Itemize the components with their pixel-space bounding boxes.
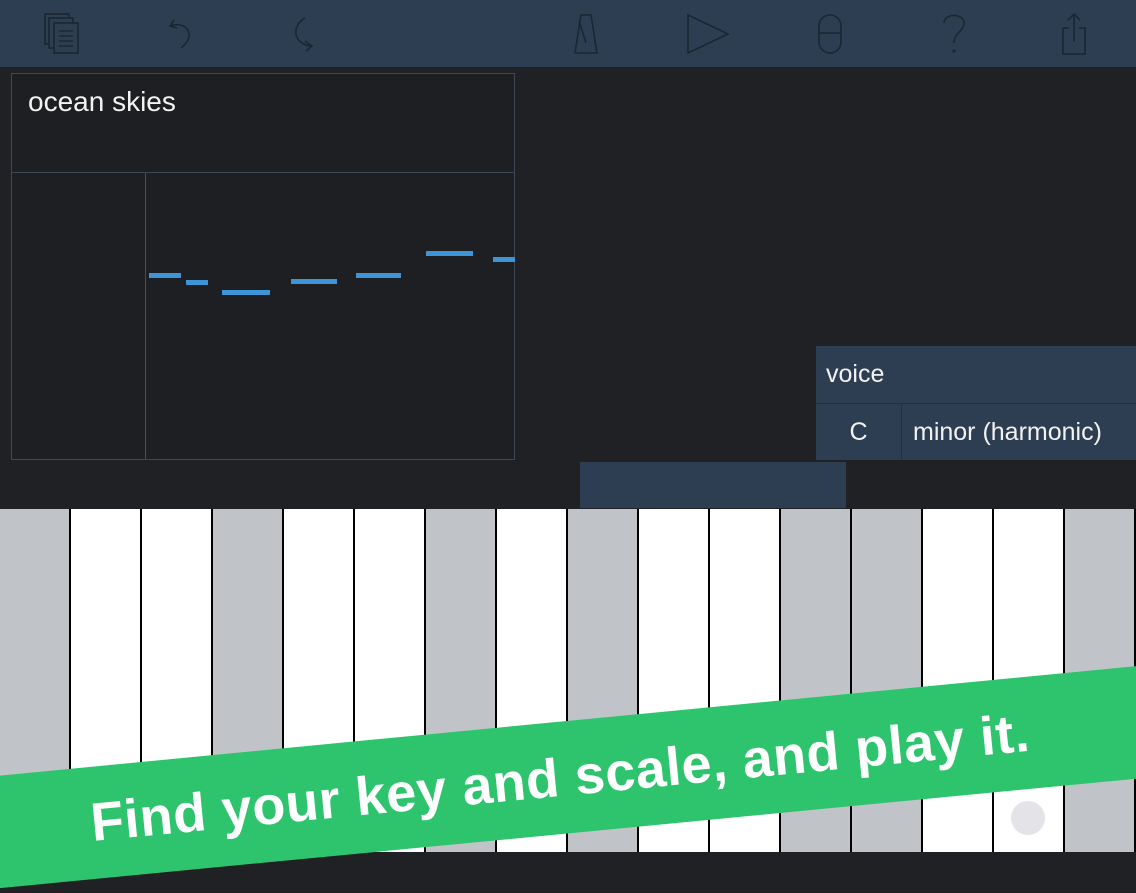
cylinder-icon[interactable] [802, 8, 858, 60]
touch-indicator-button[interactable] [1011, 801, 1045, 835]
note-bar [186, 280, 208, 285]
keyboard-range-handle[interactable] [580, 462, 846, 508]
song-title: ocean skies [28, 86, 176, 117]
documents-icon[interactable] [34, 8, 90, 60]
toolbar [0, 0, 1136, 67]
voice-label: voice [826, 360, 885, 388]
track-gutter [145, 173, 146, 460]
note-bar [149, 273, 181, 278]
undo-icon[interactable] [154, 8, 210, 60]
help-icon[interactable] [926, 8, 982, 60]
note-bar [291, 279, 337, 284]
metronome-icon[interactable] [558, 8, 614, 60]
key-selector[interactable]: C [816, 404, 901, 460]
scale-selector[interactable]: minor (harmonic) [902, 404, 1136, 460]
voice-panel: voice C minor (harmonic) [816, 346, 1136, 460]
divider [12, 172, 514, 173]
note-bar [493, 257, 515, 262]
note-bar [356, 273, 401, 278]
song-panel[interactable]: ocean skies [11, 73, 515, 460]
play-icon[interactable] [680, 8, 736, 60]
note-bar [426, 251, 473, 256]
note-bar [222, 290, 270, 295]
share-icon[interactable] [1046, 8, 1102, 60]
redo-icon[interactable] [276, 8, 332, 60]
